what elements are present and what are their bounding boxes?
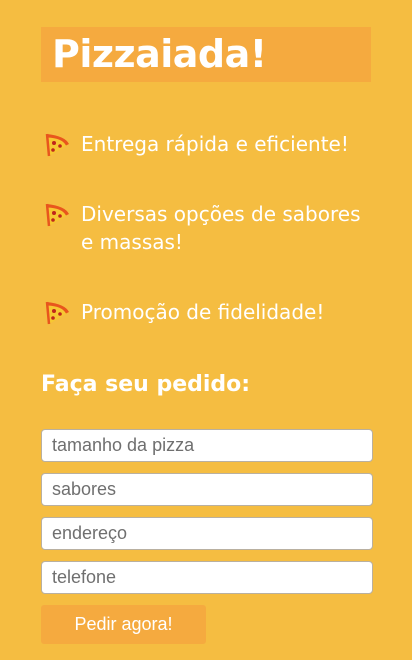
phone-input[interactable] <box>41 561 373 594</box>
feature-item: Diversas opções de sabores e massas! <box>41 200 373 256</box>
page-title: Pizzaiada! <box>52 32 267 76</box>
page-content: Pizzaiada! Entrega rápida e eficiente! D… <box>41 27 373 644</box>
flavors-input[interactable] <box>41 473 373 506</box>
feature-item: Entrega rápida e eficiente! <box>41 130 373 158</box>
feature-text: Promoção de fidelidade! <box>81 300 325 324</box>
order-title: Faça seu pedido: <box>41 372 251 397</box>
feature-item: Promoção de fidelidade! <box>41 298 373 326</box>
address-input[interactable] <box>41 517 373 550</box>
brand-banner: Pizzaiada! <box>41 27 371 82</box>
feature-text: Diversas opções de sabores e massas! <box>81 202 361 254</box>
pizza-slice-icon <box>43 200 71 228</box>
pizza-slice-icon <box>43 130 71 158</box>
pizza-slice-icon <box>43 298 71 326</box>
feature-text: Entrega rápida e eficiente! <box>81 132 349 156</box>
pizza-size-input[interactable] <box>41 429 373 462</box>
order-now-button[interactable]: Pedir agora! <box>41 605 206 644</box>
